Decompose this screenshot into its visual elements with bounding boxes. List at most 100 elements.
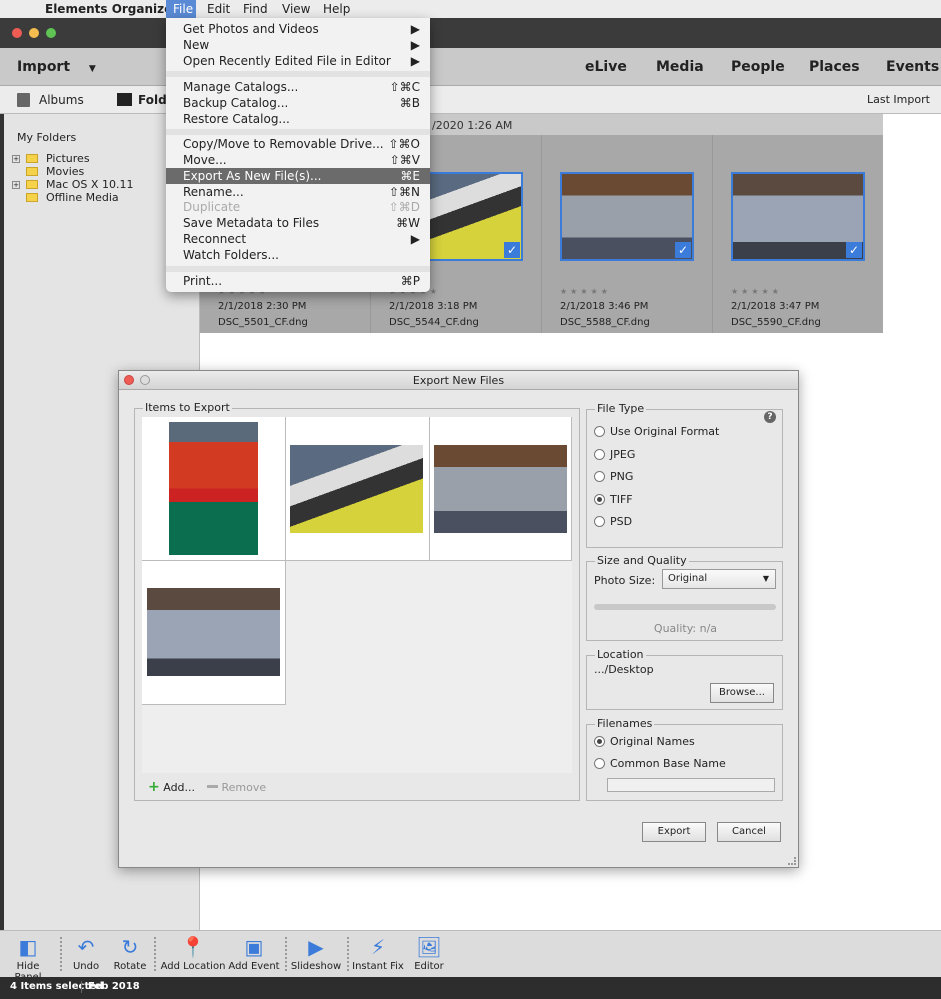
radio-psd[interactable]: PSD — [594, 515, 632, 528]
export-item[interactable] — [286, 417, 430, 561]
check-icon[interactable]: ✓ — [846, 242, 862, 258]
hide-panel-button[interactable]: ◧Hide Panel — [3, 931, 53, 983]
radio-original-names[interactable]: Original Names — [594, 735, 695, 748]
item-date: 2/1/2018 3:18 PM — [389, 301, 478, 312]
date-header-text: /2020 1:26 AM — [432, 119, 513, 132]
menu-item-get-photos[interactable]: Get Photos and Videos ▶ — [166, 21, 430, 37]
chevron-down-icon: ▼ — [762, 574, 769, 583]
check-icon[interactable]: ✓ — [504, 242, 520, 258]
import-button[interactable]: Import ▼ — [17, 59, 96, 75]
radio-tiff[interactable]: TIFF — [594, 493, 633, 506]
folder-icon — [26, 193, 38, 202]
menu-item-open-recent[interactable]: Open Recently Edited File in Editor ▶ — [166, 53, 430, 69]
radio-common-base-name[interactable]: Common Base Name — [594, 757, 726, 770]
menu-item-manage-catalogs[interactable]: Manage Catalogs... ⇧⌘C — [166, 79, 430, 95]
tab-elive[interactable]: eLive — [585, 59, 627, 75]
zoom-window-button[interactable] — [46, 28, 56, 38]
add-location-button[interactable]: 📍 Add Location — [160, 931, 226, 978]
export-items-list[interactable] — [142, 417, 572, 773]
toolbar-divider — [60, 937, 62, 971]
media-item[interactable]: ✓ ★★★★★ 2/1/2018 3:46 PM DSC_5588_CF.dng — [542, 135, 713, 333]
export-item[interactable] — [142, 417, 286, 561]
help-icon[interactable]: ? — [764, 411, 776, 423]
export-item[interactable] — [142, 561, 286, 705]
cancel-button[interactable]: Cancel — [717, 822, 781, 842]
folder-movies[interactable]: Movies — [26, 165, 84, 178]
item-filename: DSC_5544_CF.dng — [389, 317, 479, 328]
menu-item-export-as-new-files[interactable]: Export As New File(s)... ⌘E — [166, 168, 430, 184]
resize-grip[interactable] — [788, 857, 796, 865]
photo-size-select[interactable]: Original ▼ — [662, 569, 776, 589]
filenames-group: Filenames Original Names Common Base Nam… — [586, 717, 783, 801]
expand-icon[interactable]: + — [12, 155, 20, 163]
slideshow-button[interactable]: ▶ Slideshow — [290, 931, 342, 978]
photo-size-label: Photo Size: — [594, 574, 656, 587]
play-icon: ▶ — [308, 935, 324, 959]
radio-png[interactable]: PNG — [594, 470, 633, 483]
view-bar: Albums Folders Last Import — [0, 86, 941, 114]
menu-find[interactable]: Find — [243, 2, 268, 16]
menu-item-reconnect[interactable]: Reconnect ▶ — [166, 231, 430, 247]
folder-icon — [117, 93, 132, 106]
minimize-dialog-button[interactable] — [140, 375, 150, 385]
menu-item-move[interactable]: Move... ⇧⌘V — [166, 152, 430, 168]
folder-offline-media[interactable]: Offline Media — [26, 191, 119, 204]
menu-item-restore-catalog[interactable]: Restore Catalog... — [166, 111, 430, 127]
tab-events[interactable]: Events — [886, 59, 939, 75]
status-bar: 4 Items selected Feb 2018 — [0, 977, 941, 999]
submenu-arrow-icon: ▶ — [410, 54, 420, 68]
base-name-input[interactable] — [607, 778, 775, 792]
tab-places[interactable]: Places — [809, 59, 860, 75]
browse-button[interactable]: Browse... — [710, 683, 774, 703]
menu-file[interactable]: File — [166, 0, 196, 18]
menu-item-rename[interactable]: Rename... ⇧⌘N — [166, 184, 430, 200]
menu-view[interactable]: View — [282, 2, 310, 16]
expand-icon[interactable]: + — [12, 181, 20, 189]
calendar-icon: ▣ — [244, 935, 264, 959]
last-import-label[interactable]: Last Import — [867, 93, 930, 106]
bottom-toolbar: ◧Hide Panel ↶Undo ↻Rotate 📍Add Location … — [0, 930, 941, 983]
minimize-window-button[interactable] — [29, 28, 39, 38]
instant-fix-button[interactable]: ⚡ Instant Fix — [352, 931, 404, 978]
plus-icon: + — [148, 779, 160, 795]
menu-item-backup-catalog[interactable]: Backup Catalog... ⌘B — [166, 95, 430, 111]
menu-edit[interactable]: Edit — [207, 2, 230, 16]
folder-macos[interactable]: + Mac OS X 10.11 — [12, 178, 133, 191]
app-name[interactable]: Elements Organizer — [45, 2, 178, 16]
add-button[interactable]: + Add... — [148, 779, 195, 795]
menu-item-copy-move[interactable]: Copy/Move to Removable Drive... ⇧⌘O — [166, 136, 430, 152]
item-date: 2/1/2018 3:46 PM — [560, 301, 649, 312]
editor-icon: 🖼 — [416, 935, 442, 959]
tab-media[interactable]: Media — [656, 59, 704, 75]
hide-panel-icon: ◧ — [18, 935, 38, 959]
rating-stars[interactable]: ★★★★★ — [560, 287, 611, 296]
add-event-button[interactable]: ▣ Add Event — [228, 931, 280, 978]
rating-stars[interactable]: ★★★★★ — [731, 287, 782, 296]
radio-use-original-format[interactable]: Use Original Format — [594, 425, 719, 438]
editor-button[interactable]: 🖼 Editor — [408, 931, 450, 978]
folder-pictures[interactable]: + Pictures — [12, 152, 90, 165]
undo-button[interactable]: ↶ Undo — [66, 931, 106, 978]
menu-item-save-metadata[interactable]: Save Metadata to Files ⌘W — [166, 215, 430, 231]
export-button[interactable]: Export — [642, 822, 706, 842]
menu-item-print[interactable]: Print... ⌘P — [166, 273, 430, 289]
menu-item-new[interactable]: New ▶ — [166, 37, 430, 53]
albums-tab[interactable]: Albums — [39, 93, 84, 107]
tab-people[interactable]: People — [731, 59, 785, 75]
close-dialog-button[interactable] — [124, 375, 134, 385]
menu-item-watch-folders[interactable]: Watch Folders... — [166, 247, 430, 263]
check-icon[interactable]: ✓ — [675, 242, 691, 258]
menu-help[interactable]: Help — [323, 2, 350, 16]
radio-jpeg[interactable]: JPEG — [594, 448, 635, 461]
item-filename: DSC_5590_CF.dng — [731, 317, 821, 328]
items-to-export-group: Items to Export + Add... Remove — [134, 401, 580, 801]
submenu-arrow-icon: ▶ — [410, 22, 420, 36]
close-window-button[interactable] — [12, 28, 22, 38]
media-item[interactable]: ✓ ★★★★★ 2/1/2018 3:47 PM DSC_5590_CF.dng — [713, 135, 884, 333]
rotate-button[interactable]: ↻ Rotate — [110, 931, 150, 978]
export-item[interactable] — [430, 417, 572, 561]
thumbnail[interactable]: ✓ — [731, 172, 865, 261]
thumbnail[interactable]: ✓ — [560, 172, 694, 261]
dialog-title: Export New Files — [412, 374, 505, 387]
item-filename: DSC_5588_CF.dng — [560, 317, 650, 328]
